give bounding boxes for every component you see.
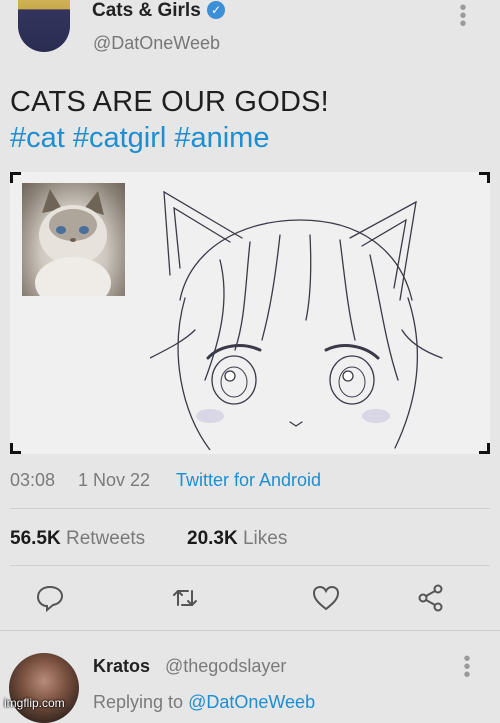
retweets-label: Retweets xyxy=(65,528,146,549)
watermark: imgflip.com xyxy=(4,696,65,710)
reply-author-name[interactable]: Kratos xyxy=(93,656,150,677)
author-avatar[interactable] xyxy=(18,0,70,52)
heart-icon[interactable] xyxy=(311,583,341,613)
divider xyxy=(0,630,500,631)
more-vertical-icon[interactable]: • • • xyxy=(462,649,472,685)
hashtag-link[interactable]: #anime xyxy=(174,122,269,154)
tweet-source-link[interactable]: Twitter for Android xyxy=(176,470,321,491)
replying-to-link[interactable]: @DatOneWeeb xyxy=(188,692,315,712)
media-corner-marker xyxy=(479,172,490,183)
tweet-hashtags: #cat #catgirl #anime xyxy=(10,122,277,155)
tweet-text: CATS ARE OUR GODS! xyxy=(10,86,329,118)
likes-label: Likes xyxy=(242,528,288,549)
replying-to-prefix: Replying to xyxy=(93,692,184,712)
cat-photo xyxy=(22,183,125,309)
divider xyxy=(10,565,490,566)
tweet-date: 1 Nov 22 xyxy=(78,470,151,490)
replying-to-line: Replying to @DatOneWeeb xyxy=(93,692,315,713)
reply-icon[interactable] xyxy=(35,583,65,613)
retweets-count: 56.5K xyxy=(10,528,61,549)
media-corner-marker xyxy=(10,443,21,454)
verified-badge-icon: ✓ xyxy=(207,1,225,19)
anime-catgirl-sketch xyxy=(149,180,470,451)
tweet-time: 03:08 xyxy=(10,470,56,490)
retweets-stat[interactable]: 56.5K Retweets xyxy=(10,528,145,550)
media-corner-marker xyxy=(479,443,490,454)
retweet-icon[interactable] xyxy=(170,583,200,613)
author-display-name[interactable]: Cats & Girls xyxy=(92,0,201,22)
reply-avatar[interactable] xyxy=(9,653,79,723)
likes-stat[interactable]: 20.3K Likes xyxy=(187,528,287,550)
media-corner-marker xyxy=(10,172,21,183)
more-vertical-icon[interactable]: • • • xyxy=(458,0,468,34)
hashtag-link[interactable]: #cat xyxy=(10,122,65,154)
divider xyxy=(10,508,490,509)
likes-count: 20.3K xyxy=(187,528,238,549)
share-icon[interactable] xyxy=(416,583,446,613)
hashtag-link[interactable]: #catgirl xyxy=(73,122,167,154)
reply-author-handle[interactable]: @thegodslayer xyxy=(165,656,286,677)
author-handle[interactable]: @DatOneWeeb xyxy=(93,33,220,54)
